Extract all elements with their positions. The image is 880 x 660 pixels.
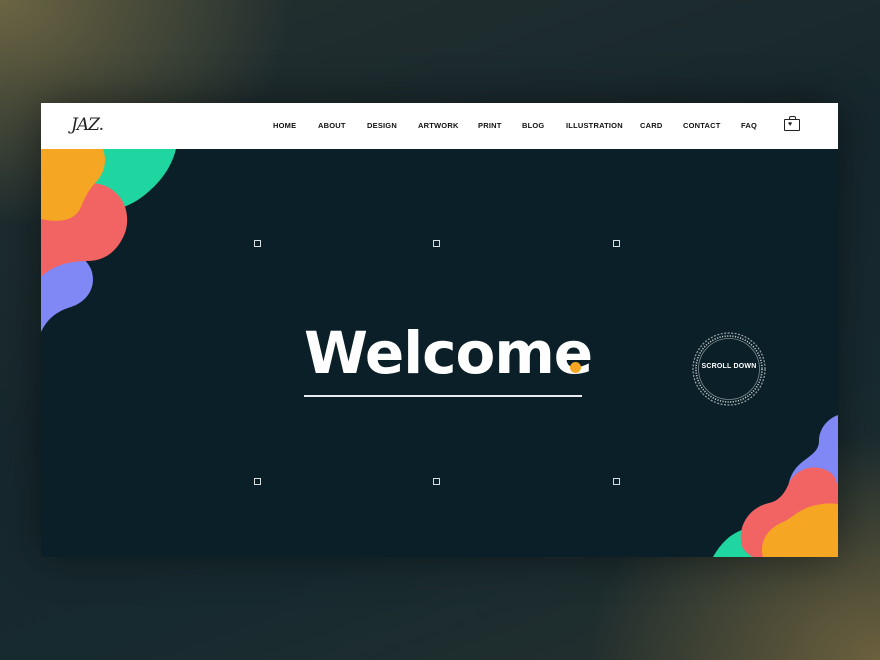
- nav-item-faq[interactable]: FAQ: [741, 121, 757, 130]
- brand-logo[interactable]: JAZ.: [71, 115, 104, 135]
- grid-marker: [613, 478, 620, 485]
- website-mockup: JAZ. HOME ABOUT DESIGN ARTWORK PRINT BLO…: [41, 103, 838, 557]
- hero-headline: Welcome: [304, 319, 593, 387]
- headline-underline: [304, 395, 582, 397]
- grid-marker: [613, 240, 620, 247]
- headline-accent-dot: [570, 362, 581, 373]
- shopping-bag-heart-icon[interactable]: ♥: [784, 116, 800, 131]
- nav-item-artwork[interactable]: ARTWORK: [418, 121, 459, 130]
- nav-item-about[interactable]: ABOUT: [318, 121, 346, 130]
- scroll-down-button[interactable]: SCROLL DOWN: [691, 331, 767, 407]
- nav-item-contact[interactable]: CONTACT: [683, 121, 721, 130]
- hero-section: Welcome SCROLL DOWN: [41, 149, 838, 557]
- nav-item-illustration[interactable]: ILLUSTRATION: [566, 121, 623, 130]
- grid-marker: [433, 240, 440, 247]
- scroll-down-label: SCROLL DOWN: [701, 363, 757, 370]
- nav-item-design[interactable]: DESIGN: [367, 121, 397, 130]
- nav-item-home[interactable]: HOME: [273, 121, 296, 130]
- grid-marker: [254, 478, 261, 485]
- nav-item-blog[interactable]: BLOG: [522, 121, 544, 130]
- nav-item-card[interactable]: CARD: [640, 121, 662, 130]
- top-navbar: JAZ. HOME ABOUT DESIGN ARTWORK PRINT BLO…: [41, 103, 838, 149]
- grid-marker: [433, 478, 440, 485]
- nav-item-print[interactable]: PRINT: [478, 121, 502, 130]
- grid-marker: [254, 240, 261, 247]
